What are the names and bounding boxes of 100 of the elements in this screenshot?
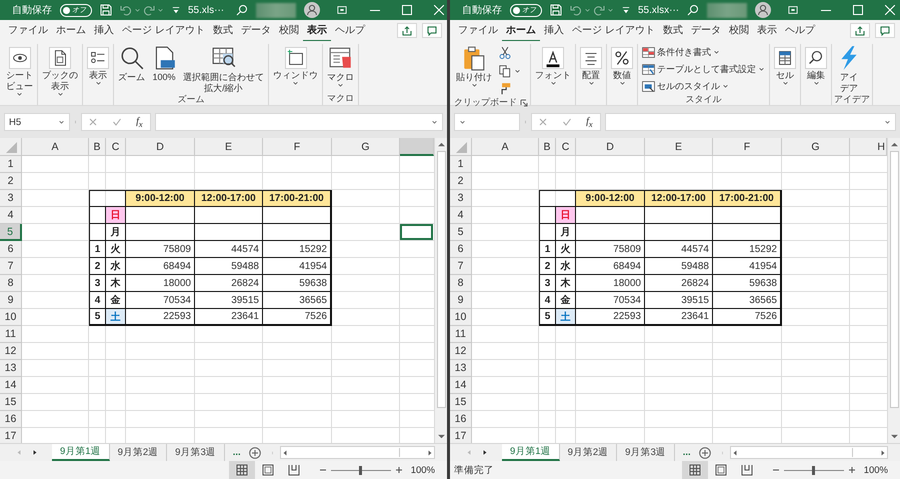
group-label: スタイル <box>686 94 722 106</box>
ribbon-button[interactable]: ブックの 表示 <box>40 44 80 98</box>
view-button[interactable] <box>228 461 255 479</box>
ribbon-button[interactable]: 条件付き書式 <box>640 45 767 60</box>
zoom-slider[interactable] <box>330 466 391 474</box>
more-sheets-button[interactable]: ... <box>674 447 699 458</box>
zoom-in-icon[interactable] <box>394 466 403 474</box>
search-icon[interactable] <box>687 4 700 16</box>
caret-icon <box>584 8 591 12</box>
formula-input[interactable] <box>155 113 443 131</box>
avatar-icon[interactable] <box>304 2 320 18</box>
customize-icon[interactable] <box>622 5 630 15</box>
table-cell: 23641 <box>645 309 713 326</box>
scroll-down-icon[interactable] <box>890 432 898 441</box>
ribbon-tab[interactable]: ファイル <box>454 20 502 42</box>
row-header: 14 <box>0 377 22 394</box>
ribbon-tab[interactable]: ページ レイアウト <box>568 20 659 42</box>
ribbon-tab[interactable]: 校閲 <box>724 20 753 42</box>
search-icon <box>805 47 827 69</box>
ribbon-button[interactable]: シート ビュー <box>4 44 35 98</box>
ribbon-button[interactable]: 選択範囲に合わせて 拡大/縮小 <box>181 44 266 94</box>
scroll-right-icon[interactable] <box>426 448 434 456</box>
ribbon-button[interactable]: フォント <box>533 44 573 93</box>
ribbon-button[interactable]: 表示 <box>85 44 111 93</box>
row-header: 2 <box>0 173 22 190</box>
zoom-slider-thumb[interactable] <box>812 466 816 474</box>
scroll-down-icon[interactable] <box>436 432 446 441</box>
scroll-up-icon[interactable] <box>890 140 898 149</box>
undo-icon[interactable] <box>120 4 132 16</box>
sheet-tab[interactable]: 9月第1週 <box>52 444 110 461</box>
close-icon[interactable] <box>434 5 444 15</box>
add-sheet-icon[interactable] <box>698 446 711 458</box>
ribbon-button[interactable]: ズーム <box>116 44 147 94</box>
zoom-slider-thumb[interactable] <box>359 466 362 474</box>
ribbon-tab[interactable]: ヘルプ <box>330 20 369 42</box>
scroll-up-icon[interactable] <box>436 140 446 149</box>
scroll-thumb[interactable] <box>890 151 898 408</box>
ribbon-button[interactable]: ウィンドウ <box>271 44 320 93</box>
save-icon[interactable] <box>100 4 112 16</box>
row-header: 4 <box>0 207 22 224</box>
ribbon-tab[interactable]: 表示 <box>752 20 781 42</box>
ribbon-tab[interactable]: 校閲 <box>274 20 303 42</box>
ribbon-tab[interactable]: ヘルプ <box>780 20 819 42</box>
selected-cell[interactable] <box>400 224 434 241</box>
maximize-icon[interactable] <box>402 5 412 15</box>
ribbon-display-icon[interactable] <box>787 5 800 15</box>
ribbon-tab[interactable]: データ <box>686 20 725 42</box>
share-button[interactable] <box>850 23 870 38</box>
ribbon-tab[interactable]: ページ レイアウト <box>118 20 209 42</box>
save-icon[interactable] <box>550 4 562 16</box>
comment-button[interactable] <box>875 23 895 38</box>
scroll-right-icon[interactable] <box>879 448 887 456</box>
redo-icon[interactable] <box>593 4 605 16</box>
formula-input[interactable] <box>605 113 896 131</box>
zoom-in-icon[interactable] <box>848 466 856 474</box>
close-icon[interactable] <box>885 5 896 15</box>
ribbon-button[interactable]: 編集 <box>803 44 829 93</box>
ribbon-tab[interactable]: 挿入 <box>540 20 568 42</box>
name-box[interactable]: H5 <box>4 113 70 131</box>
redo-icon[interactable] <box>143 4 155 16</box>
ribbon-tab[interactable]: 挿入 <box>90 20 118 42</box>
ribbon-tab[interactable]: 数式 <box>658 20 687 42</box>
avatar-icon[interactable] <box>755 2 772 18</box>
column-header: G <box>782 138 850 156</box>
row-header: 4 <box>450 207 472 224</box>
customize-icon[interactable] <box>172 5 180 15</box>
ribbon-tab[interactable]: データ <box>236 20 275 42</box>
undo-icon[interactable] <box>570 4 582 16</box>
maximize-icon[interactable] <box>853 5 864 15</box>
ribbon-button[interactable]: 100% <box>149 44 179 94</box>
comment-button[interactable] <box>422 23 442 38</box>
insert-function-button[interactable]: f$_{x}$ <box>586 116 593 128</box>
ribbon-button[interactable]: セル <box>772 44 798 93</box>
row-header: 2 <box>450 173 472 190</box>
view-button[interactable] <box>682 461 708 479</box>
launcher-icon[interactable] <box>520 99 528 107</box>
share-button[interactable] <box>397 23 417 38</box>
add-sheet-icon[interactable] <box>248 446 261 458</box>
ribbon-display-icon[interactable] <box>336 5 348 15</box>
search-icon[interactable] <box>236 4 248 16</box>
ribbon-button[interactable]: アイ デア <box>834 44 864 94</box>
table-header-cell: 17:00-21:00 <box>713 190 782 207</box>
zoom-level: 100% <box>410 464 436 476</box>
ribbon-tab[interactable]: 数式 <box>208 20 237 42</box>
ribbon-button[interactable]: テーブルとして書式設定 <box>640 62 767 77</box>
zoom-slider[interactable] <box>784 466 844 474</box>
ribbon-button[interactable]: 貼り付け <box>454 44 494 97</box>
ribbon-tab[interactable]: ファイル <box>4 20 52 42</box>
insert-function-button[interactable]: f$_{x}$ <box>136 116 143 128</box>
ribbon-button[interactable]: マクロ <box>325 44 356 93</box>
ribbon-button[interactable]: セルのスタイル <box>640 79 767 94</box>
scroll-thumb[interactable] <box>436 151 446 408</box>
table-cell: 18000 <box>126 275 195 292</box>
next-sheet-icon[interactable] <box>32 449 38 456</box>
more-sheets-button[interactable]: ... <box>224 447 249 458</box>
next-sheet-icon[interactable] <box>482 449 488 456</box>
sheet-tab[interactable]: 9月第1週 <box>502 444 560 461</box>
ribbon-button[interactable]: 数値 <box>609 44 635 93</box>
ribbon-button[interactable]: 配置 <box>578 44 604 93</box>
ribbon-tab[interactable]: ホーム <box>52 20 90 42</box>
